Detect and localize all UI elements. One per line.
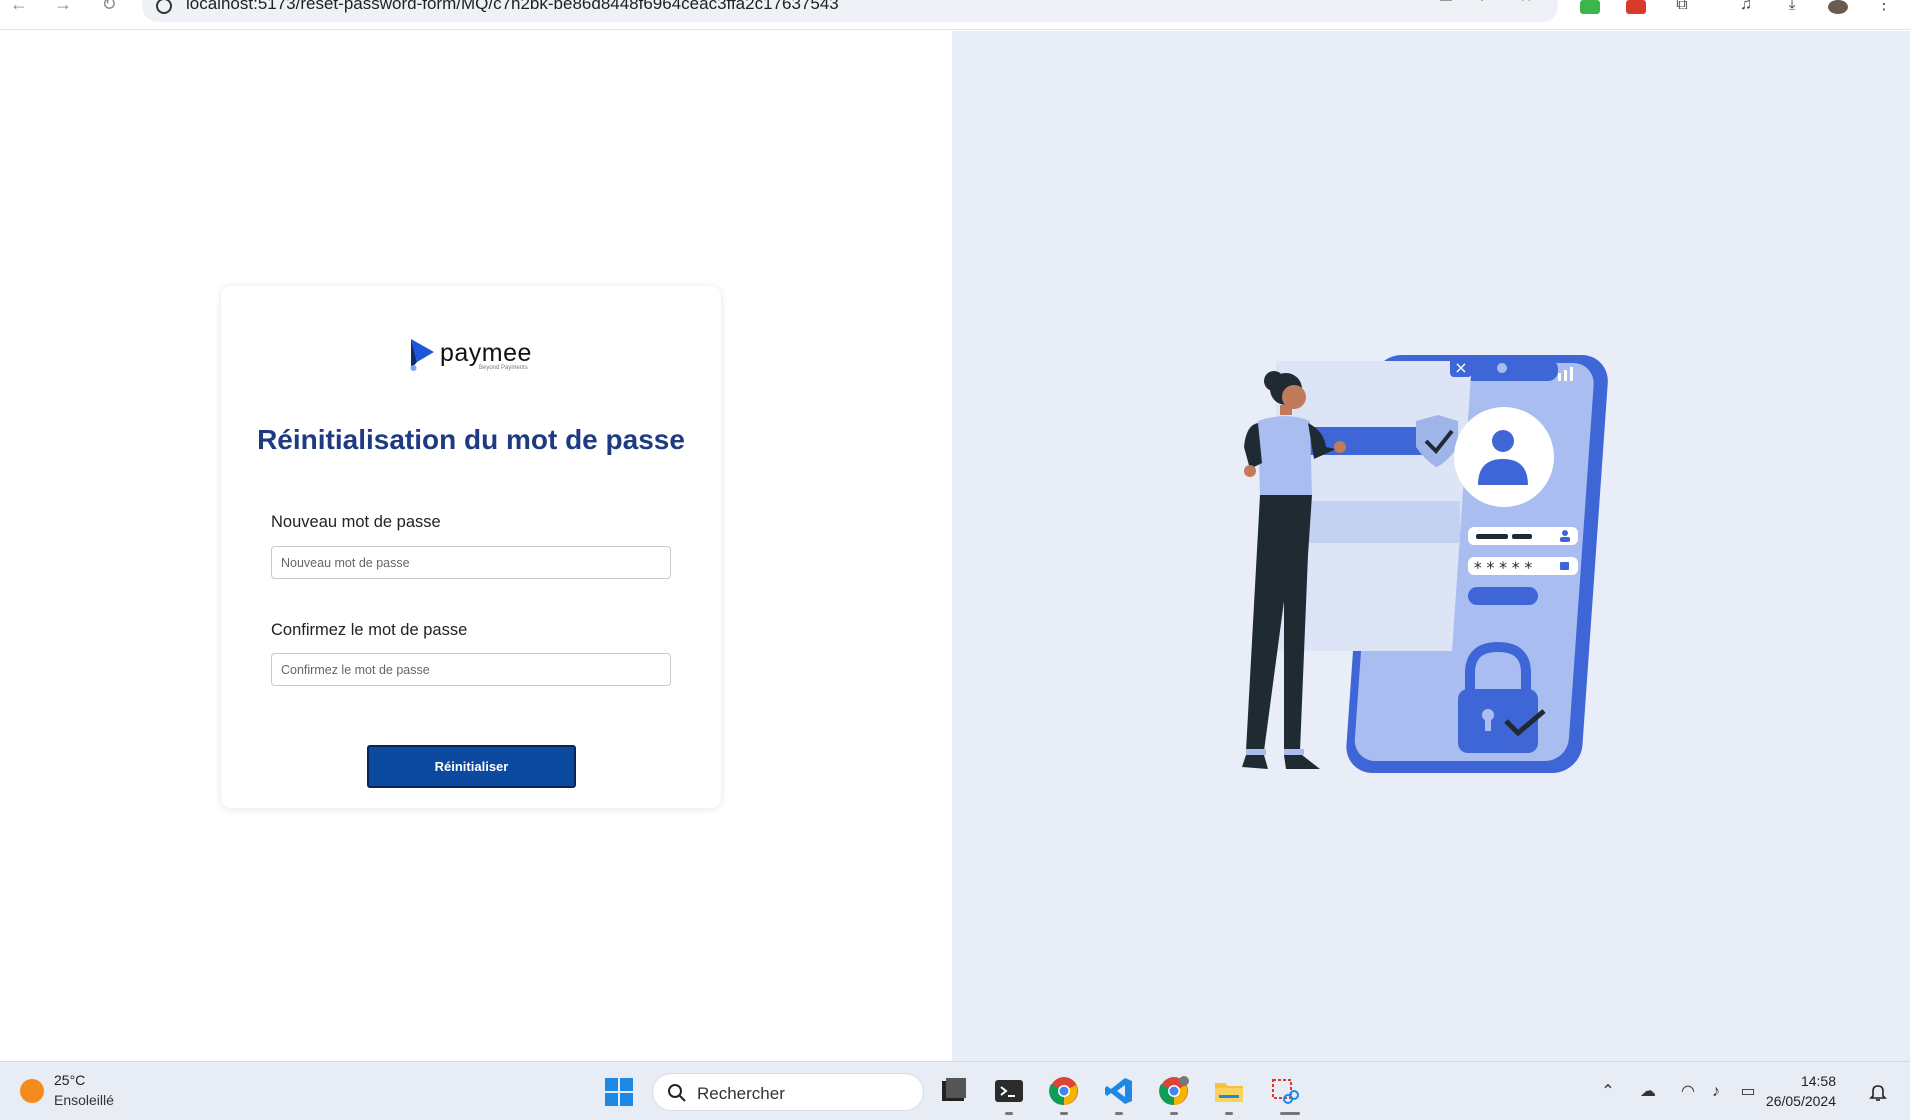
- folder-icon[interactable]: [1213, 1075, 1245, 1107]
- paymee-logo-icon: [410, 339, 434, 371]
- paymee-logo: paymee Beyond Payments: [407, 336, 547, 376]
- file-explorer-icon[interactable]: [938, 1075, 970, 1107]
- masked-password-text: *****: [1473, 558, 1536, 577]
- extension-green-icon[interactable]: [1580, 0, 1600, 14]
- chrome-profile-icon[interactable]: [1158, 1075, 1190, 1107]
- form-panel: paymee Beyond Payments Réinitialisation …: [0, 31, 951, 1061]
- running-indicator: [1060, 1112, 1068, 1115]
- reset-password-card: paymee Beyond Payments Réinitialisation …: [221, 286, 721, 808]
- security-illustration: × *****: [1242, 355, 1608, 773]
- wifi-icon[interactable]: ◠: [1678, 1082, 1698, 1102]
- sun-weather-icon[interactable]: [20, 1079, 44, 1103]
- windows-start-icon[interactable]: [604, 1077, 634, 1107]
- vscode-icon[interactable]: [1103, 1075, 1135, 1107]
- address-bar[interactable]: localhost:5173/reset-password-form/MQ/c7…: [142, 0, 1558, 22]
- clock-time[interactable]: 14:58: [1801, 1073, 1836, 1089]
- brand-name: paymee: [440, 339, 532, 367]
- reset-button[interactable]: Réinitialiser: [367, 745, 576, 788]
- clock-date[interactable]: 26/05/2024: [1766, 1093, 1836, 1109]
- confirm-password-input[interactable]: [271, 653, 671, 686]
- browser-menu-icon[interactable]: ⋮: [1874, 0, 1894, 13]
- reload-icon[interactable]: ↻: [98, 0, 120, 14]
- page-title: Réinitialisation du mot de passe: [257, 424, 685, 455]
- search-placeholder: Rechercher: [697, 1084, 785, 1103]
- confirm-password-label: Confirmez le mot de passe: [271, 621, 468, 639]
- cloud-offline-icon[interactable]: ☁: [1638, 1082, 1658, 1102]
- search-icon: [668, 1084, 686, 1102]
- chrome-icon[interactable]: [1048, 1075, 1080, 1107]
- running-indicator: [1170, 1112, 1178, 1115]
- new-password-input[interactable]: [271, 546, 671, 579]
- terminal-icon[interactable]: [993, 1075, 1025, 1107]
- brand-tagline: Beyond Payments: [479, 365, 528, 371]
- svg-text:×: ×: [1454, 358, 1467, 377]
- snipping-tool-icon[interactable]: [1268, 1075, 1300, 1107]
- battery-icon[interactable]: ▭: [1738, 1082, 1758, 1102]
- running-indicator: [1005, 1112, 1013, 1115]
- profile-avatar-icon[interactable]: [1828, 0, 1848, 14]
- taskbar: 25°C Ensoleillé Rechercher ⌃ ☁ ◠ ♪ ▭ 14:…: [0, 1061, 1910, 1120]
- password-key-icon[interactable]: ⚿: [1436, 0, 1456, 5]
- site-info-icon[interactable]: [156, 0, 172, 14]
- chevron-up-icon[interactable]: ⌃: [1598, 1082, 1618, 1102]
- forward-icon[interactable]: →: [52, 0, 74, 14]
- volume-icon[interactable]: ♪: [1706, 1082, 1726, 1102]
- extensions-puzzle-icon[interactable]: ⧉: [1672, 0, 1692, 13]
- extension-red-icon[interactable]: [1626, 0, 1646, 14]
- back-icon[interactable]: ←: [8, 0, 30, 14]
- active-indicator: [1280, 1112, 1300, 1115]
- running-indicator: [1225, 1112, 1233, 1115]
- weather-temperature[interactable]: 25°C: [54, 1072, 85, 1088]
- url-text[interactable]: localhost:5173/reset-password-form/MQ/c7…: [186, 0, 839, 13]
- zoom-icon[interactable]: ⌕: [1476, 0, 1496, 5]
- new-password-label: Nouveau mot de passe: [271, 513, 441, 531]
- illustration-panel: × *****: [952, 31, 1910, 1061]
- running-indicator: [1115, 1112, 1123, 1115]
- bookmark-star-icon[interactable]: ☆: [1516, 0, 1536, 5]
- browser-toolbar: ← → ↻ localhost:5173/reset-password-form…: [0, 0, 1910, 30]
- taskbar-search[interactable]: Rechercher: [652, 1073, 924, 1111]
- download-icon[interactable]: ⤓: [1782, 0, 1802, 13]
- media-control-icon[interactable]: ♫: [1736, 0, 1756, 13]
- weather-condition[interactable]: Ensoleillé: [54, 1092, 114, 1108]
- notification-bell-icon[interactable]: [1868, 1082, 1888, 1102]
